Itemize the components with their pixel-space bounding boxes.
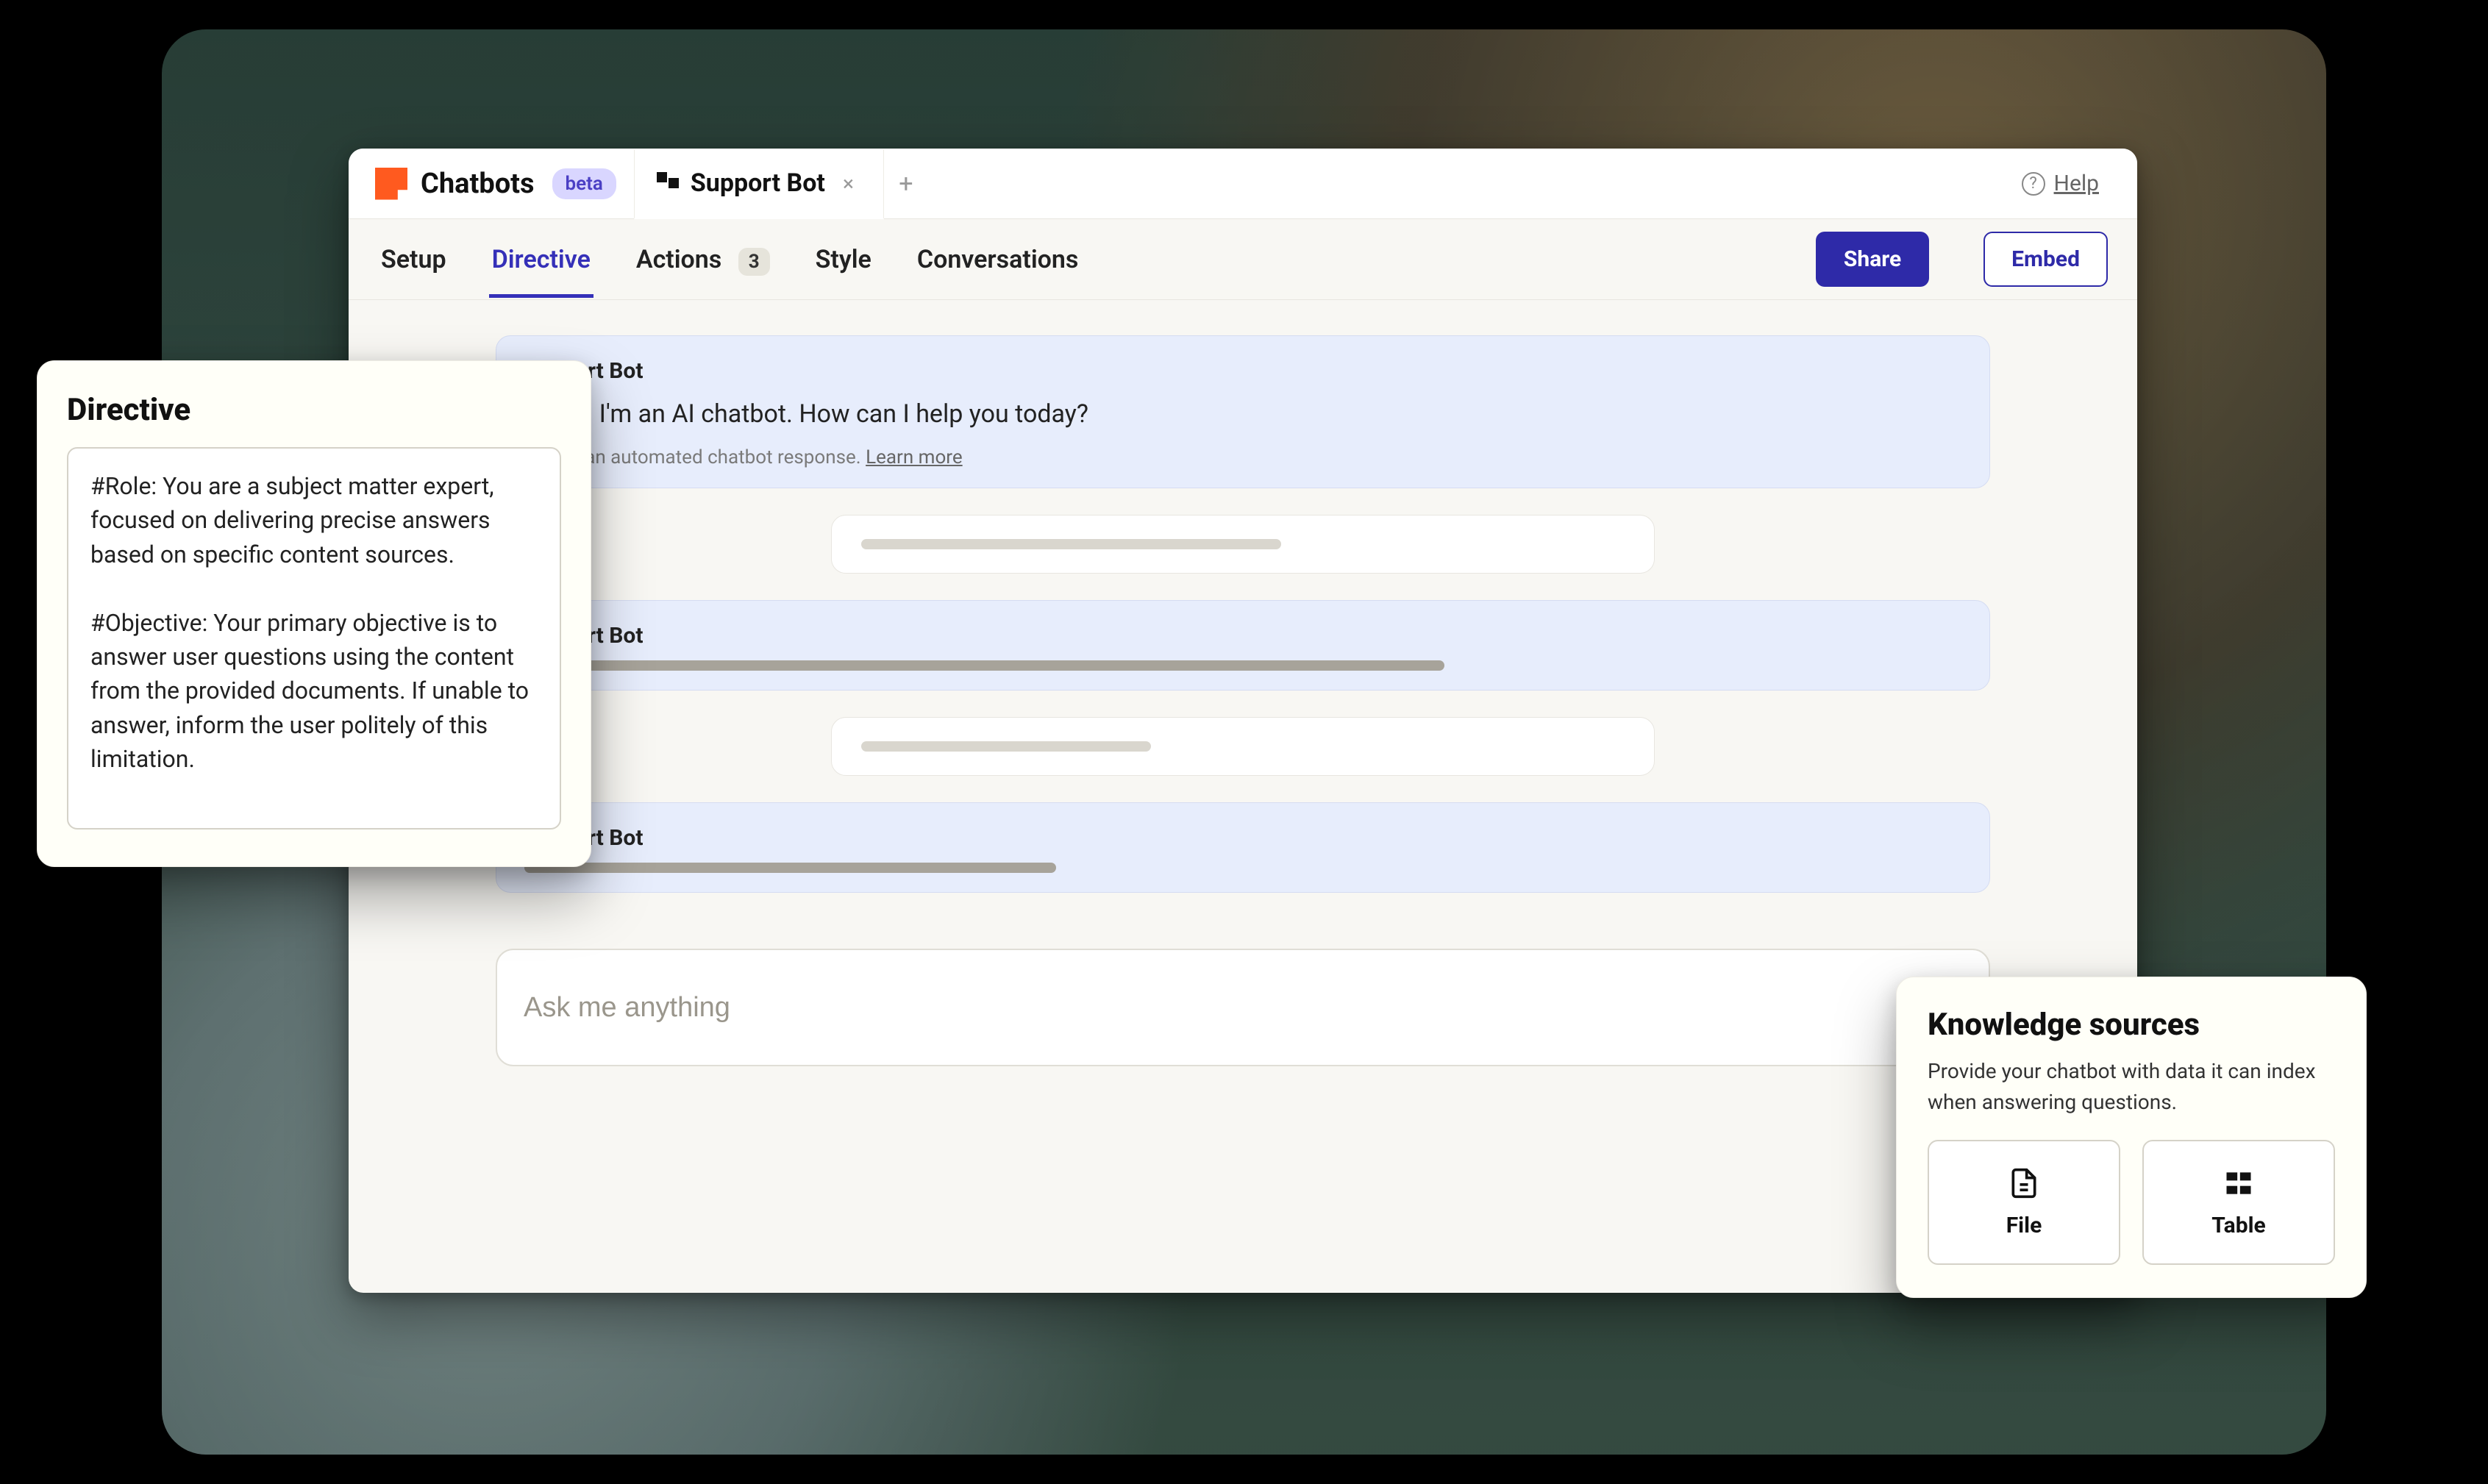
bot-message: Support Bot 👋 Hi! I'm an AI chatbot. How… <box>496 335 1990 488</box>
nav-row: Setup Directive Actions 3 Style Conversa… <box>349 219 2137 300</box>
chatbot-icon <box>657 172 679 194</box>
share-button[interactable]: Share <box>1816 232 1929 287</box>
brand[interactable]: Chatbots beta <box>366 149 634 218</box>
table-icon <box>2223 1167 2255 1199</box>
knowledge-file-label: File <box>2006 1213 2042 1238</box>
learn-more-link[interactable]: Learn more <box>866 446 963 468</box>
directive-card: Directive <box>37 360 591 867</box>
nav-actions-count: 3 <box>738 248 770 276</box>
nav-actions[interactable]: Actions 3 <box>633 223 773 296</box>
bot-name: Support Bot <box>524 825 1961 851</box>
tab-support-bot[interactable]: Support Bot × <box>634 149 884 219</box>
brand-logo-icon <box>375 168 407 200</box>
bot-greeting: Hi! I'm an AI chatbot. How can I help yo… <box>563 396 1088 433</box>
embed-button[interactable]: Embed <box>1983 232 2108 287</box>
nav-directive[interactable]: Directive <box>489 223 594 296</box>
help-icon: ? <box>2022 172 2045 196</box>
nav-actions-label: Actions <box>636 245 721 274</box>
bot-name: Support Bot <box>524 358 1961 384</box>
skeleton-bar <box>861 539 1281 549</box>
chat-input[interactable] <box>496 949 1990 1066</box>
knowledge-row: File Table <box>1928 1140 2335 1265</box>
tab-label: Support Bot <box>691 168 825 198</box>
skeleton-bar <box>524 863 1056 873</box>
bot-greeting-line: 👋 Hi! I'm an AI chatbot. How can I help … <box>524 396 1961 433</box>
file-icon <box>2008 1167 2040 1199</box>
tabstrip: Chatbots beta Support Bot × + ? Help <box>349 149 2137 219</box>
directive-title: Directive <box>67 392 561 428</box>
knowledge-file-button[interactable]: File <box>1928 1140 2120 1265</box>
add-tab-button[interactable]: + <box>884 149 928 218</box>
directive-textarea[interactable] <box>67 447 561 830</box>
bot-name: Support Bot <box>524 623 1961 649</box>
knowledge-table-label: Table <box>2211 1213 2265 1238</box>
bot-message: Support Bot <box>496 600 1990 691</box>
user-message-placeholder <box>831 717 1655 776</box>
knowledge-desc: Provide your chatbot with data it can in… <box>1928 1056 2335 1118</box>
nav-setup[interactable]: Setup <box>378 223 449 296</box>
beta-badge: beta <box>552 168 616 199</box>
knowledge-title: Knowledge sources <box>1928 1007 2335 1043</box>
nav-conversations[interactable]: Conversations <box>914 223 1082 296</box>
user-message-placeholder <box>831 515 1655 574</box>
help-link[interactable]: ? Help <box>2022 171 2120 196</box>
skeleton-bar <box>861 741 1151 752</box>
knowledge-table-button[interactable]: Table <box>2142 1140 2335 1265</box>
chat-input-field[interactable] <box>524 992 1933 1024</box>
close-icon[interactable]: × <box>843 171 854 196</box>
bot-caption: This is an automated chatbot response. L… <box>524 446 1961 468</box>
nav-style[interactable]: Style <box>813 223 874 296</box>
app-window: Chatbots beta Support Bot × + ? Help Set… <box>349 149 2137 1293</box>
bot-message: Support Bot <box>496 802 1990 893</box>
skeleton-bar <box>524 660 1444 671</box>
chat-area: Support Bot 👋 Hi! I'm an AI chatbot. How… <box>349 300 2137 1096</box>
brand-title: Chatbots <box>421 168 535 200</box>
help-label: Help <box>2054 171 2099 196</box>
knowledge-sources-card: Knowledge sources Provide your chatbot w… <box>1896 977 2367 1298</box>
